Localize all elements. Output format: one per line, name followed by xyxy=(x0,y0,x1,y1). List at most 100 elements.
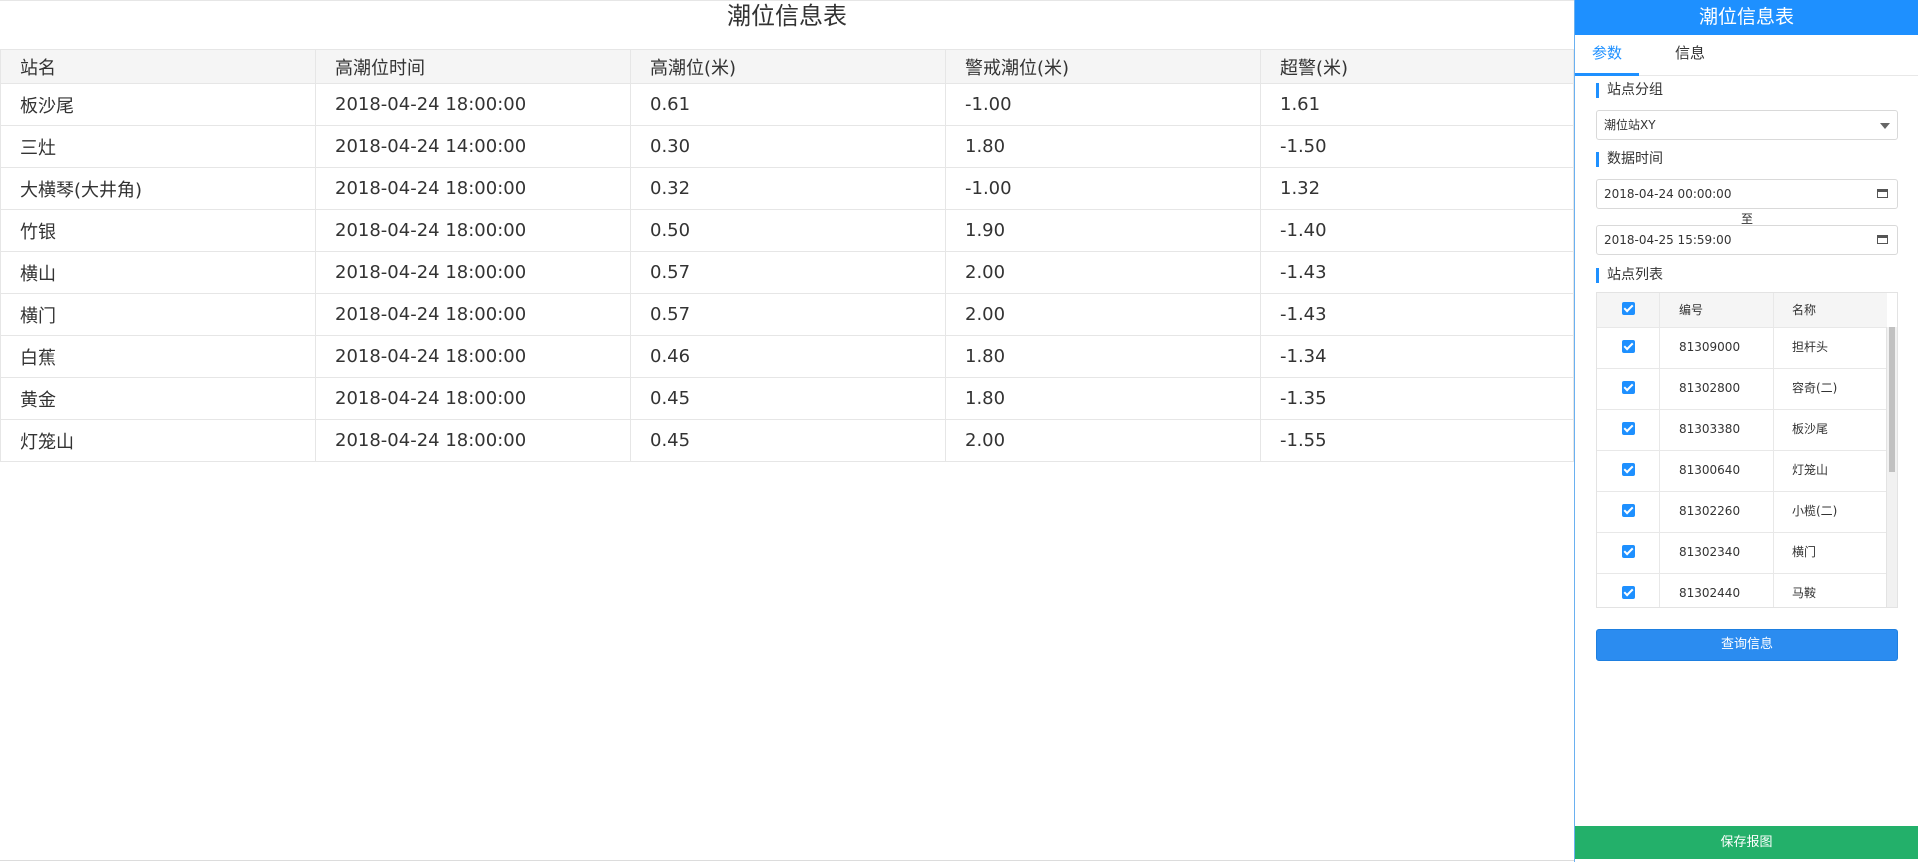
calendar-icon[interactable] xyxy=(1877,189,1888,198)
table-cell: 2018-04-24 18:00:00 xyxy=(315,251,631,294)
station-select-cell xyxy=(1597,409,1660,450)
tide-table: 站名 高潮位时间 高潮位(米) 警戒潮位(米) 超警(米) 板沙尾 2018-04-24 … xyxy=(0,49,1574,462)
station-code: 81309000 xyxy=(1660,327,1774,368)
table-cell: 2018-04-24 18:00:00 xyxy=(315,293,631,336)
station-checkbox[interactable] xyxy=(1622,504,1635,517)
report-area: 潮位信息表 站名 高潮位时间 高潮位(米) 警戒潮位(米) 超警(米) 板沙尾 2018-… xyxy=(0,0,1574,863)
table-cell: 0.32 xyxy=(630,167,946,210)
chevron-down-icon xyxy=(1880,123,1890,129)
table-cell: -1.35 xyxy=(1260,377,1574,420)
grid-header-name: 名称 xyxy=(1792,303,1817,317)
table-header-row: 站名 高潮位时间 高潮位(米) 警戒潮位(米) 超警(米) xyxy=(0,49,1574,84)
station-code: 81303380 xyxy=(1660,409,1774,450)
station-list-label: 站点列表 xyxy=(1596,268,1663,283)
tab-bar: 参数 信息 xyxy=(1575,35,1918,76)
scroll-thumb[interactable] xyxy=(1889,327,1895,472)
start-time-input[interactable]: 2018-04-24 00:00:00 xyxy=(1596,179,1898,209)
table-cell: 2.00 xyxy=(945,419,1261,462)
table-cell: 白蕉 xyxy=(0,335,316,378)
report-title: 潮位信息表 xyxy=(727,2,847,30)
station-checkbox[interactable] xyxy=(1622,381,1635,394)
grid-header-row: 编号 名称 xyxy=(1597,293,1887,328)
table-cell: 横门 xyxy=(0,293,316,336)
station-select-cell xyxy=(1597,450,1660,491)
table-cell: 大横琴(大井角) xyxy=(0,167,316,210)
query-button[interactable]: 查询信息 xyxy=(1596,629,1898,661)
station-group-select[interactable]: 潮位站XY xyxy=(1596,110,1898,140)
data-time-label: 数据时间 xyxy=(1596,152,1663,167)
column-header: 站名 xyxy=(0,49,316,84)
select-all-checkbox[interactable] xyxy=(1622,302,1635,315)
start-time-value: 2018-04-24 00:00:00 xyxy=(1604,187,1732,201)
table-cell: 1.80 xyxy=(945,335,1261,378)
station-group-label: 站点分组 xyxy=(1596,83,1663,98)
end-time-input[interactable]: 2018-04-25 15:59:00 xyxy=(1596,225,1898,255)
table-cell: 0.57 xyxy=(630,293,946,336)
table-cell: -1.55 xyxy=(1260,419,1574,462)
station-checkbox[interactable] xyxy=(1622,586,1635,599)
station-select-cell xyxy=(1597,532,1660,573)
divider xyxy=(0,860,1574,861)
table-body: 板沙尾 2018-04-24 18:00:00 0.61 -1.00 1.61 三灶 201… xyxy=(0,83,1574,462)
table-row: 板沙尾 2018-04-24 18:00:00 0.61 -1.00 1.61 xyxy=(0,83,1574,126)
station-select-cell xyxy=(1597,368,1660,409)
station-name: 横门 xyxy=(1792,545,1817,559)
table-row: 三灶 2018-04-24 14:00:00 0.30 1.80 -1.50 xyxy=(0,125,1574,168)
table-cell: 1.80 xyxy=(945,377,1261,420)
table-cell: 灯笼山 xyxy=(0,419,316,462)
table-row: 灯笼山 2018-04-24 18:00:00 0.45 2.00 -1.55 xyxy=(0,419,1574,462)
station-name: 容奇(二) xyxy=(1792,381,1838,395)
tab-params[interactable]: 参数 xyxy=(1575,35,1639,76)
station-checkbox[interactable] xyxy=(1622,463,1635,476)
station-row[interactable]: 81300640 灯笼山 xyxy=(1597,450,1887,492)
table-cell: 0.50 xyxy=(630,209,946,252)
station-name: 小榄(二) xyxy=(1792,504,1838,518)
table-row: 横山 2018-04-24 18:00:00 0.57 2.00 -1.43 xyxy=(0,251,1574,294)
station-name: 板沙尾 xyxy=(1792,422,1829,436)
grid-header-code: 编号 xyxy=(1660,293,1774,327)
column-header: 高潮位(米) xyxy=(630,49,946,84)
table-cell: 2018-04-24 18:00:00 xyxy=(315,209,631,252)
table-cell: 2018-04-24 18:00:00 xyxy=(315,167,631,210)
table-cell: 板沙尾 xyxy=(0,83,316,126)
station-checkbox[interactable] xyxy=(1622,422,1635,435)
station-row[interactable]: 81302800 容奇(二) xyxy=(1597,368,1887,410)
station-row[interactable]: 81302260 小榄(二) xyxy=(1597,491,1887,533)
station-code: 81302440 xyxy=(1660,573,1774,607)
table-cell: 0.61 xyxy=(630,83,946,126)
end-time-value: 2018-04-25 15:59:00 xyxy=(1604,233,1732,247)
table-row: 竹银 2018-04-24 18:00:00 0.50 1.90 -1.40 xyxy=(0,209,1574,252)
column-header: 高潮位时间 xyxy=(315,49,631,84)
table-cell: 2.00 xyxy=(945,293,1261,336)
station-checkbox[interactable] xyxy=(1622,340,1635,353)
table-cell: 横山 xyxy=(0,251,316,294)
grid-scrollbar[interactable] xyxy=(1886,327,1897,607)
station-row[interactable]: 81303380 板沙尾 xyxy=(1597,409,1887,451)
table-cell: 2.00 xyxy=(945,251,1261,294)
table-cell: 2018-04-24 18:00:00 xyxy=(315,83,631,126)
tab-info[interactable]: 信息 xyxy=(1665,35,1715,73)
table-cell: -1.00 xyxy=(945,83,1261,126)
table-cell: 黄金 xyxy=(0,377,316,420)
table-cell: 1.80 xyxy=(945,125,1261,168)
save-report-button[interactable]: 保存报图 xyxy=(1575,826,1918,859)
table-cell: 0.30 xyxy=(630,125,946,168)
station-row[interactable]: 81302340 横门 xyxy=(1597,532,1887,574)
table-cell: -1.43 xyxy=(1260,251,1574,294)
station-row[interactable]: 81309000 担杆头 xyxy=(1597,327,1887,369)
table-cell: 2018-04-24 18:00:00 xyxy=(315,419,631,462)
table-row: 横门 2018-04-24 18:00:00 0.57 2.00 -1.43 xyxy=(0,293,1574,336)
table-cell: 三灶 xyxy=(0,125,316,168)
table-cell: 2018-04-24 18:00:00 xyxy=(315,335,631,378)
select-all-cell xyxy=(1597,293,1660,327)
table-cell: 竹银 xyxy=(0,209,316,252)
station-code: 81300640 xyxy=(1660,450,1774,491)
column-header: 超警(米) xyxy=(1260,49,1574,84)
calendar-icon[interactable] xyxy=(1877,235,1888,244)
table-cell: -1.43 xyxy=(1260,293,1574,336)
table-cell: 0.45 xyxy=(630,419,946,462)
table-row: 黄金 2018-04-24 18:00:00 0.45 1.80 -1.35 xyxy=(0,377,1574,420)
station-checkbox[interactable] xyxy=(1622,545,1635,558)
station-name: 灯笼山 xyxy=(1792,463,1829,477)
station-row[interactable]: 81302440 马鞍 xyxy=(1597,573,1887,607)
